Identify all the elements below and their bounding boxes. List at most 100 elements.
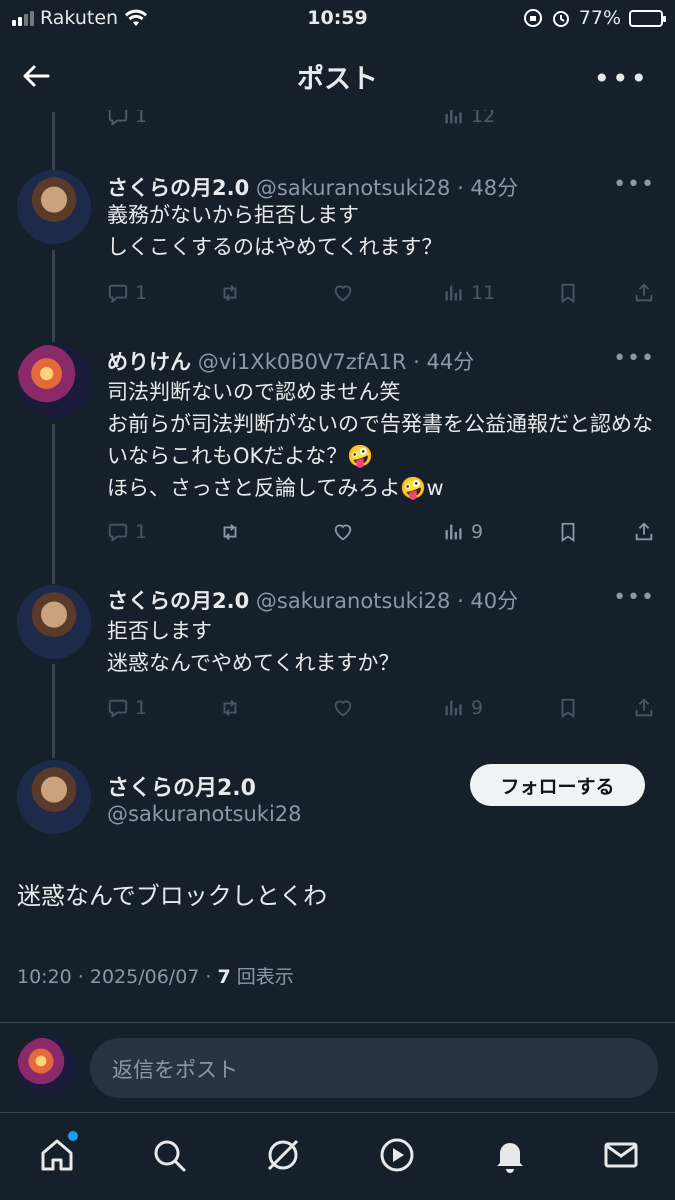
like-action[interactable] (332, 518, 354, 546)
heart-icon (334, 524, 352, 541)
tab-notifications[interactable] (490, 1135, 530, 1175)
display-name[interactable]: さくらの月2.0 (107, 589, 249, 613)
reply-count: 1 (135, 521, 148, 543)
handle[interactable]: @sakuranotsuki28 (256, 589, 451, 613)
views-icon (445, 700, 462, 716)
avatar[interactable] (17, 344, 91, 418)
display-name[interactable]: さくらの月2.0 (107, 176, 249, 200)
more-options-icon[interactable]: ••• (613, 346, 655, 371)
views-action[interactable]: 9 (443, 518, 483, 546)
display-name[interactable]: めりけん (107, 350, 191, 374)
my-avatar[interactable] (17, 1037, 77, 1097)
display-name-text: さくらの月2.0 (107, 776, 256, 801)
action-bar: 1 11 (107, 279, 657, 307)
timestamp-text: 10:20 · 2025/06/07 · (17, 966, 218, 988)
bookmark-icon (561, 698, 575, 718)
handle[interactable]: @sakuranotsuki28 (256, 176, 451, 200)
share-icon (635, 698, 653, 717)
post-time: · 40分 (457, 589, 519, 613)
thread-line (52, 250, 55, 342)
repost-icon (223, 700, 237, 716)
alarm-icon (552, 11, 569, 27)
share-action[interactable] (633, 279, 655, 307)
battery-icon (629, 9, 666, 27)
action-bar: 1 9 (107, 694, 657, 722)
post-time: · 44分 (413, 350, 475, 374)
share-action[interactable] (633, 518, 655, 546)
views-action[interactable]: 12 (443, 110, 495, 130)
bookmark-icon (561, 283, 575, 303)
reply-count: 1 (135, 697, 148, 719)
tab-home[interactable] (37, 1135, 77, 1175)
reply-count: 1 (135, 282, 148, 304)
divider (0, 1022, 675, 1023)
share-action[interactable] (633, 694, 655, 722)
reply-icon (108, 284, 128, 304)
tab-messages[interactable] (601, 1135, 641, 1175)
avatar[interactable] (17, 585, 91, 659)
reply-action[interactable]: 1 (107, 518, 147, 546)
action-bar: 1 9 (107, 518, 657, 546)
status-bar: Rakuten 10:59 77% (0, 0, 675, 40)
thread-line (52, 112, 55, 170)
main-post-text: 迷惑なんでブロックしとくわ (17, 882, 328, 910)
heart-icon (334, 700, 352, 717)
reply-count: 1 (135, 110, 148, 127)
repost-action[interactable] (219, 279, 241, 307)
bottom-tab-bar (0, 1112, 675, 1200)
follow-button[interactable]: フォローする (470, 764, 645, 806)
reply-icon (108, 523, 128, 543)
more-options-icon[interactable]: ••• (613, 172, 655, 197)
post-text: 義務がないから拒否します しくこくするのはやめてくれます？ (107, 203, 443, 259)
reply-action[interactable]: 1 (107, 279, 147, 307)
post-text: 司法判断ないので認めません笑 お前らが司法判断がないので告発書を公益通報だと認め… (107, 380, 653, 500)
search-icon (154, 1140, 186, 1172)
tab-grok[interactable] (263, 1135, 303, 1175)
views-action[interactable]: 9 (443, 694, 483, 722)
view-count: 12 (471, 110, 496, 127)
like-action[interactable] (332, 279, 354, 307)
page-title: ポスト (297, 64, 378, 95)
display-name[interactable]: さくらの月2.0 (107, 770, 256, 802)
view-label: 回表示 (230, 966, 294, 988)
repost-action[interactable] (219, 518, 241, 546)
previous-post-actions: 1 12 (0, 110, 675, 132)
views-icon (445, 524, 462, 540)
reply-icon (108, 699, 128, 719)
home-icon (41, 1139, 73, 1171)
more-options-icon[interactable]: ••• (613, 585, 655, 610)
reply-action[interactable]: 1 (107, 694, 147, 722)
status-right: 77% (523, 7, 666, 29)
views-action[interactable]: 11 (443, 279, 495, 307)
view-count: 7 (217, 966, 231, 988)
thread-line (52, 424, 55, 584)
post-timestamp: 10:20 · 2025/06/07 · 7 回表示 (17, 962, 294, 989)
action-bar: 1 12 (107, 110, 657, 130)
handle[interactable]: @sakuranotsuki28 (107, 802, 302, 826)
bookmark-action[interactable] (557, 518, 579, 546)
tab-search[interactable] (149, 1135, 189, 1175)
post-text: 拒否します 迷惑なんでやめてくれますか？ (107, 619, 400, 675)
more-options-icon[interactable]: ••• (593, 62, 649, 95)
avatar[interactable] (17, 760, 91, 834)
thread-line (52, 664, 55, 758)
tab-video[interactable] (377, 1135, 417, 1175)
reply-input[interactable]: 返信をポスト (90, 1038, 658, 1098)
handle[interactable]: @vi1Xk0B0V7zfA1R (198, 350, 407, 374)
repost-icon (223, 524, 237, 540)
repost-action[interactable] (219, 694, 241, 722)
post-header: さくらの月2.0 @sakuranotsuki28 · 40分 (107, 585, 518, 615)
like-action[interactable] (332, 694, 354, 722)
view-count: 11 (471, 282, 496, 304)
avatar[interactable] (17, 170, 91, 244)
views-icon (445, 285, 462, 301)
view-count: 9 (471, 521, 484, 543)
bookmark-action[interactable] (557, 694, 579, 722)
bookmark-icon (561, 522, 575, 542)
post-header: さくらの月2.0 @sakuranotsuki28 · 48分 (107, 172, 518, 202)
reply-icon (108, 110, 128, 127)
view-count: 9 (471, 697, 484, 719)
bell-icon (497, 1143, 523, 1173)
reply-action[interactable]: 1 (107, 110, 147, 130)
bookmark-action[interactable] (557, 279, 579, 307)
